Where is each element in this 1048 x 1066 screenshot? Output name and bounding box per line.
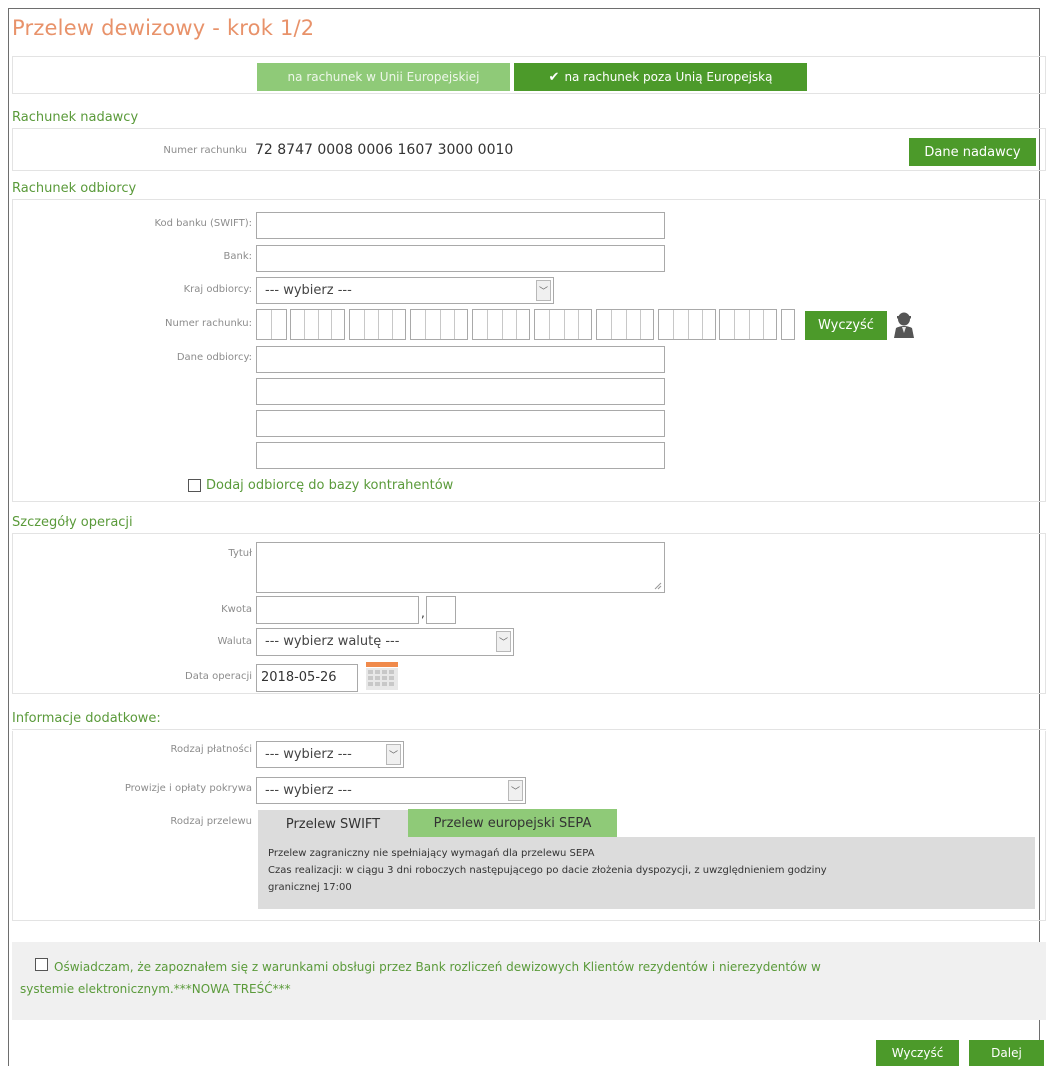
swift-label: Kod banku (SWIFT): — [154, 218, 252, 229]
account-segment-1[interactable] — [256, 309, 287, 340]
transfer-type-label: Rodzaj przelewu — [170, 816, 252, 827]
consent-text-line-2: systemie elektronicznym.***NOWA TREŚĆ*** — [20, 982, 291, 996]
recipient-details-line-1[interactable] — [256, 346, 665, 373]
fees-value: --- wybierz --- — [265, 783, 352, 798]
account-segment-7[interactable] — [596, 309, 654, 340]
sender-details-button[interactable]: Dane nadawcy — [909, 138, 1036, 166]
additional-section-title: Informacje dodatkowe: — [12, 711, 1046, 730]
transfer-type-info: Przelew zagraniczny nie spełniający wyma… — [258, 837, 1035, 909]
contacts-person-icon[interactable] — [891, 311, 917, 339]
info-line-2: Czas realizacji: w ciągu 3 dni roboczych… — [268, 865, 827, 876]
currency-label: Waluta — [217, 636, 252, 647]
account-segment-8[interactable] — [658, 309, 716, 340]
recipient-clear-button[interactable]: Wyczyść — [805, 311, 887, 340]
recipient-details-label: Dane odbiorcy: — [176, 352, 252, 363]
add-to-contacts-checkbox[interactable] — [188, 479, 201, 492]
account-segment-5[interactable] — [472, 309, 530, 340]
country-select-value: --- wybierz --- — [265, 283, 352, 298]
non-eu-account-button[interactable]: ✔ na rachunek poza Unią Europejską — [514, 63, 807, 91]
title-textarea[interactable] — [256, 542, 665, 593]
info-line-1: Przelew zagraniczny nie spełniający wyma… — [268, 848, 595, 859]
sender-account-number: 72 8747 0008 0006 1607 3000 0010 — [255, 142, 514, 158]
account-segment-9[interactable] — [719, 309, 777, 340]
check-icon: ✔ — [548, 69, 560, 85]
payment-type-select[interactable]: --- wybierz --- ﹀ — [256, 741, 404, 768]
account-segment-3[interactable] — [349, 309, 406, 340]
account-segment-6[interactable] — [534, 309, 592, 340]
page-title: Przelew dewizowy - krok 1/2 — [12, 16, 315, 40]
sender-section-title: Rachunek nadawcy — [12, 110, 1046, 129]
currency-select-value: --- wybierz walutę --- — [265, 634, 400, 649]
fees-label: Prowizje i opłaty pokrywa — [124, 783, 252, 794]
resize-handle-icon[interactable] — [654, 582, 662, 590]
payment-type-value: --- wybierz --- — [265, 747, 352, 762]
recipient-details-line-4[interactable] — [256, 442, 665, 469]
recipient-account-label: Numer rachunku: — [165, 318, 252, 329]
swift-input[interactable] — [256, 212, 665, 239]
date-input[interactable]: 2018-05-26 — [256, 664, 358, 692]
recipient-section-title: Rachunek odbiorcy — [12, 181, 1046, 200]
chevron-down-icon: ﹀ — [496, 631, 511, 652]
info-line-3: granicznej 17:00 — [268, 882, 352, 893]
date-value: 2018-05-26 — [261, 670, 337, 685]
next-button[interactable]: Dalej — [969, 1040, 1044, 1066]
eu-account-button[interactable]: na rachunek w Unii Europejskiej — [257, 63, 510, 91]
recipient-details-line-2[interactable] — [256, 378, 665, 405]
payment-type-label: Rodzaj płatności — [170, 744, 252, 755]
bank-label: Bank: — [223, 251, 253, 262]
amount-whole-input[interactable] — [256, 596, 419, 624]
eu-account-label: na rachunek w Unii Europejskiej — [287, 70, 480, 84]
tab-sepa[interactable]: Przelew europejski SEPA — [408, 809, 617, 837]
amount-label: Kwota — [221, 604, 252, 615]
date-label: Data operacji — [185, 671, 252, 682]
tab-swift[interactable]: Przelew SWIFT — [258, 810, 408, 838]
title-label: Tytuł — [228, 548, 252, 559]
fees-select[interactable]: --- wybierz --- ﹀ — [256, 777, 526, 804]
chevron-down-icon: ﹀ — [386, 744, 401, 765]
consent-text: Oświadczam, że zapoznałem się z warunkam… — [20, 956, 1030, 1000]
chevron-down-icon: ﹀ — [508, 780, 523, 801]
account-segment-2[interactable] — [290, 309, 345, 340]
bank-input[interactable] — [256, 245, 665, 272]
calendar-icon[interactable] — [365, 661, 399, 691]
amount-separator: , — [421, 606, 425, 620]
operation-section-title: Szczegóły operacji — [12, 515, 1046, 534]
amount-fraction-input[interactable] — [426, 596, 456, 624]
chevron-down-icon: ﹀ — [536, 280, 551, 301]
account-segment-4[interactable] — [410, 309, 468, 340]
recipient-details-line-3[interactable] — [256, 410, 665, 437]
account-segment-10[interactable] — [781, 309, 795, 340]
consent-panel: Oświadczam, że zapoznałem się z warunkam… — [12, 942, 1046, 1020]
clear-button[interactable]: Wyczyść — [876, 1040, 959, 1066]
non-eu-account-label: na rachunek poza Unią Europejską — [564, 70, 773, 84]
currency-select[interactable]: --- wybierz walutę --- ﹀ — [256, 628, 514, 656]
country-label: Kraj odbiorcy: — [183, 284, 252, 295]
country-select[interactable]: --- wybierz --- ﹀ — [256, 277, 554, 304]
consent-text-line-1: Oświadczam, że zapoznałem się z warunkam… — [54, 960, 821, 974]
sender-account-label: Numer rachunku — [163, 145, 247, 156]
add-to-contacts-label: Dodaj odbiorcę do bazy kontrahentów — [206, 478, 454, 493]
